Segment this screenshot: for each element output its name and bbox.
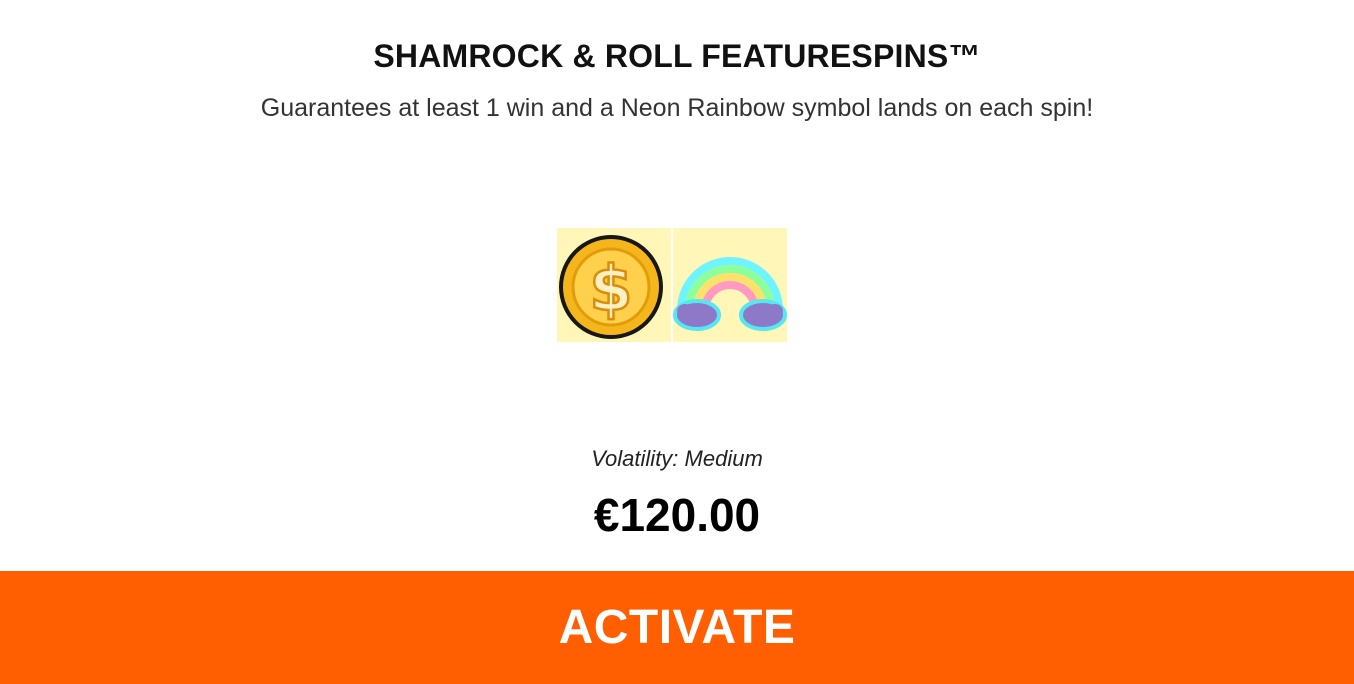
volatility-label: Volatility: Medium	[591, 446, 763, 471]
symbol-preview: $	[553, 222, 805, 344]
offer-description: Guarantees at least 1 win and a Neon Rai…	[260, 94, 1094, 122]
coin-icon: $	[557, 228, 671, 342]
feature-spins-offer-panel: SHAMROCK & ROLL FEATURESPINS™ Guarantees…	[0, 0, 1354, 684]
offer-price: €120.00	[593, 489, 761, 541]
neon-rainbow-icon	[673, 228, 787, 342]
activate-button[interactable]: ACTIVATE	[0, 571, 1354, 684]
offer-title: SHAMROCK & ROLL FEATURESPINS™	[373, 38, 981, 74]
svg-text:$: $	[589, 252, 632, 325]
